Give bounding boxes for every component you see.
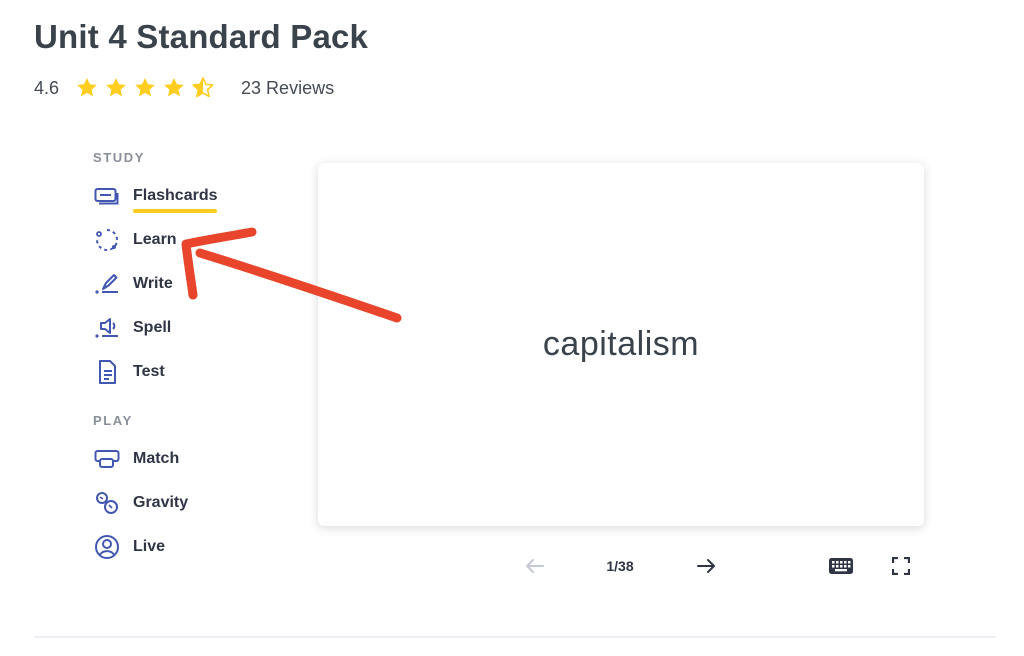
nav-label: Match: [133, 450, 180, 467]
learn-icon: [93, 226, 121, 254]
flashcards-icon: [93, 182, 121, 210]
nav-label: Write: [133, 275, 173, 292]
keyboard-shortcuts-button[interactable]: [826, 552, 856, 580]
nav-label: Gravity: [133, 494, 189, 511]
rating-row: 4.6 23 Reviews: [34, 75, 334, 101]
set-title: Unit 4 Standard Pack: [34, 18, 369, 55]
previous-card-button[interactable]: [520, 552, 550, 580]
play-section-label: PLAY: [93, 413, 133, 428]
match-icon: [93, 445, 121, 473]
study-mode-sidebar: STUDY Flashcards Learn Write Spell Test …: [93, 150, 273, 569]
fullscreen-button[interactable]: [886, 552, 916, 580]
arrow-right-icon: [697, 559, 715, 573]
nav-label: Test: [133, 363, 165, 380]
write-icon: [93, 270, 121, 298]
nav-item-spell[interactable]: Spell: [93, 306, 273, 350]
star-icon: [77, 78, 97, 97]
flashcard-term: capitalism: [542, 325, 700, 363]
study-section-label: STUDY: [93, 150, 146, 165]
arrow-left-icon: [526, 559, 544, 573]
nav-item-learn[interactable]: Learn: [93, 218, 273, 262]
keyboard-icon: [829, 558, 853, 574]
fullscreen-icon: [892, 557, 910, 575]
spell-icon: [93, 314, 121, 342]
nav-item-test[interactable]: Test: [93, 350, 273, 394]
star-icon: [164, 78, 184, 97]
card-counter: 1/38: [606, 558, 634, 574]
nav-label: Learn: [133, 231, 177, 248]
nav-label: Live: [133, 538, 166, 555]
nav-label: Spell: [133, 319, 172, 336]
reviews-link[interactable]: 23 Reviews: [241, 78, 334, 99]
flashcard-controls: 1/38: [318, 552, 924, 580]
test-icon: [93, 358, 121, 386]
star-rating: [75, 76, 215, 100]
nav-item-gravity[interactable]: Gravity: [93, 481, 273, 525]
nav-label: Flashcards: [133, 187, 218, 213]
next-card-button[interactable]: [691, 552, 721, 580]
rating-value: 4.6: [34, 77, 60, 98]
divider: [34, 636, 996, 638]
nav-item-live[interactable]: Live: [93, 525, 273, 569]
nav-item-flashcards[interactable]: Flashcards: [93, 174, 273, 218]
star-icon: [106, 78, 126, 97]
flashcard[interactable]: capitalism: [318, 163, 924, 526]
nav-item-match[interactable]: Match: [93, 437, 273, 481]
half-star-icon: [192, 77, 214, 98]
nav-item-write[interactable]: Write: [93, 262, 273, 306]
star-icon: [135, 78, 155, 97]
gravity-icon: [93, 489, 121, 517]
live-icon: [93, 533, 121, 561]
